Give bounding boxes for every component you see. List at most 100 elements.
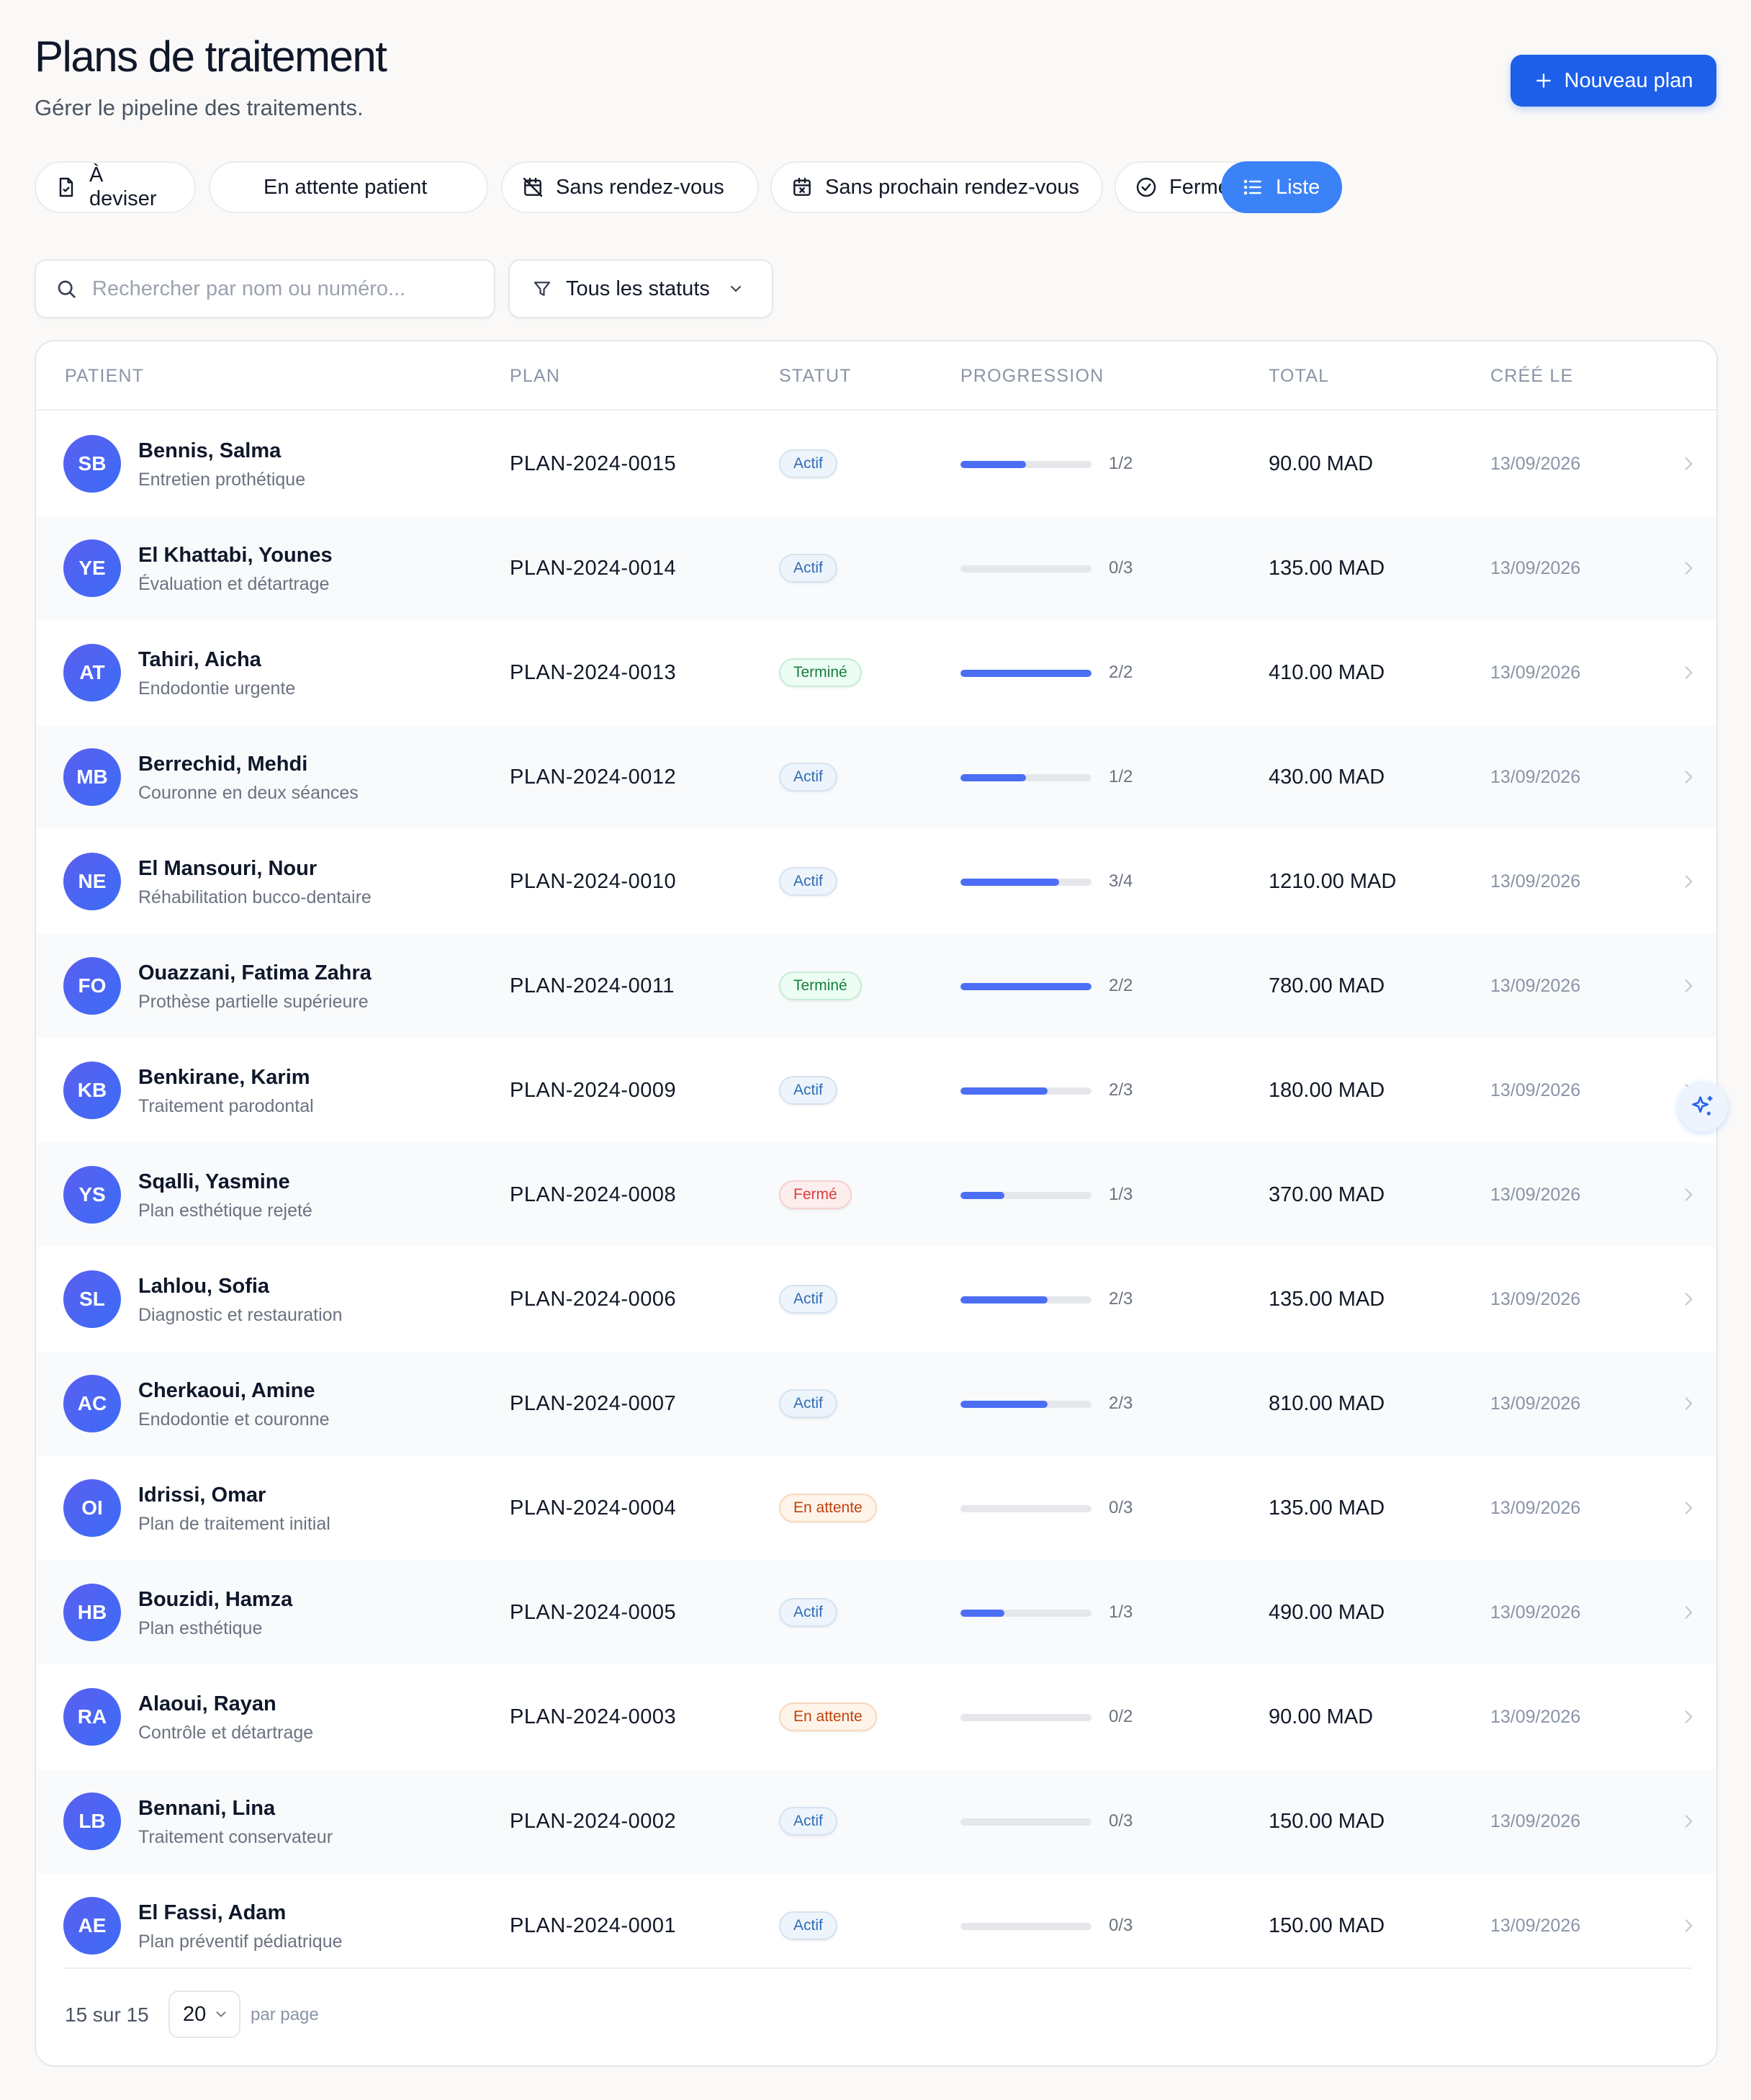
chevron-right-icon[interactable] [1679, 1811, 1698, 1831]
table-row[interactable]: LB Bennani, Lina Traitement conservateur PL… [36, 1769, 1716, 1873]
created-date: 13/09/2026 [1490, 1080, 1581, 1100]
column-header-plan[interactable]: PLAN [510, 366, 560, 387]
table-row[interactable]: FO Ouazzani, Fatima Zahra Prothèse partiel… [36, 934, 1716, 1038]
chevron-right-icon[interactable] [1679, 558, 1698, 578]
filter-chip-label: Sans rendez-vous [556, 175, 724, 199]
progress-bar-fill [960, 879, 1059, 886]
chevron-right-icon[interactable] [1679, 1498, 1698, 1518]
plan-description: Couronne en deux séances [138, 783, 359, 803]
page-title: Plans de traitement [35, 32, 387, 81]
status-badge: Actif [779, 449, 837, 478]
plan-total: 490.00 MAD [1269, 1601, 1385, 1624]
table-footer-divider [63, 1967, 1692, 1969]
table-row[interactable]: AE El Fassi, Adam Plan préventif pédiatriq… [36, 1874, 1716, 1978]
avatar: YS [63, 1166, 121, 1224]
progress-bar [960, 1192, 1091, 1199]
chevron-right-icon[interactable] [1679, 767, 1698, 787]
table-row[interactable]: AT Tahiri, Aicha Endodontie urgente PLAN-20… [36, 621, 1716, 724]
status-badge: Actif [779, 1389, 837, 1418]
patient-name: Lahlou, Sofia [138, 1275, 270, 1298]
ai-assistant-button[interactable] [1678, 1082, 1728, 1132]
patient-name: Bennis, Salma [138, 439, 282, 462]
filter-chip-sans-rendez-vous[interactable]: Sans rendez-vous [501, 161, 759, 213]
column-header-progression[interactable]: PROGRESSION [960, 366, 1104, 387]
plan-number: PLAN-2024-0004 [510, 1497, 677, 1520]
plan-number: PLAN-2024-0015 [510, 452, 677, 475]
table-row[interactable]: SB Bennis, Salma Entretien prothétique PLAN… [36, 412, 1716, 516]
status-badge: Actif [779, 1285, 837, 1314]
progress-text: 0/2 [1109, 1707, 1133, 1726]
plan-number: PLAN-2024-0005 [510, 1601, 677, 1624]
avatar: AE [63, 1897, 121, 1955]
created-date: 13/09/2026 [1490, 454, 1581, 474]
plan-total: 430.00 MAD [1269, 766, 1385, 789]
chevron-right-icon[interactable] [1679, 976, 1698, 996]
avatar: NE [63, 853, 121, 910]
table-row[interactable]: YS Sqalli, Yasmine Plan esthétique rejeté P… [36, 1143, 1716, 1247]
progress-bar [960, 983, 1091, 990]
new-plan-button[interactable]: Nouveau plan [1511, 55, 1716, 107]
chevron-right-icon[interactable] [1679, 1707, 1698, 1727]
plan-total: 135.00 MAD [1269, 1497, 1385, 1520]
progress-text: 1/2 [1109, 767, 1133, 786]
patient-name: Bennani, Lina [138, 1797, 276, 1820]
progress-bar [960, 1087, 1091, 1095]
chevron-right-icon[interactable] [1679, 1289, 1698, 1309]
table-row[interactable]: SL Lahlou, Sofia Diagnostic et restauratio… [36, 1247, 1716, 1351]
avatar: OI [63, 1479, 121, 1537]
avatar: FO [63, 957, 121, 1015]
filter-chip-a-deviser[interactable]: À deviser [35, 161, 196, 213]
avatar: SB [63, 435, 121, 493]
patient-name: Tahiri, Aicha [138, 648, 261, 671]
plan-description: Contrôle et détartrage [138, 1723, 314, 1743]
table-row[interactable]: KB Benkirane, Karim Traitement parodontal P… [36, 1038, 1716, 1142]
progress-bar-fill [960, 670, 1091, 677]
filter-chip-liste[interactable]: Liste [1221, 161, 1342, 213]
search-input[interactable] [92, 277, 467, 301]
table-row[interactable]: OI Idrissi, Omar Plan de traitement initia… [36, 1456, 1716, 1560]
progress-bar [960, 1610, 1091, 1617]
per-page-label: par page [251, 2005, 319, 2024]
status-filter-dropdown[interactable]: Tous les statuts [508, 259, 773, 318]
table-row[interactable]: NE El Mansouri, Nour Réhabilitation bucco-… [36, 830, 1716, 933]
status-badge: Actif [779, 1598, 837, 1627]
filter-chip-label: En attente patient [264, 175, 428, 199]
progress-text: 1/3 [1109, 1185, 1133, 1204]
table-row[interactable]: AC Cherkaoui, Amine Endodontie et couronne… [36, 1352, 1716, 1455]
plan-description: Plan préventif pédiatrique [138, 1931, 343, 1952]
column-header-statut[interactable]: STATUT [779, 366, 852, 387]
chevron-right-icon[interactable] [1679, 1916, 1698, 1936]
progress-bar [960, 565, 1091, 573]
chevron-down-icon [216, 2011, 226, 2017]
chevron-right-icon[interactable] [1679, 1602, 1698, 1623]
plan-total: 150.00 MAD [1269, 1914, 1385, 1937]
plan-number: PLAN-2024-0008 [510, 1183, 677, 1206]
list-icon [1243, 179, 1261, 195]
chevron-right-icon[interactable] [1679, 1185, 1698, 1205]
table-row[interactable]: MB Berrechid, Mehdi Couronne en deux séanc… [36, 725, 1716, 829]
progress-bar-fill [960, 461, 1026, 468]
patient-name: Bouzidi, Hamza [138, 1588, 293, 1611]
status-badge: Actif [779, 1807, 837, 1836]
table-row[interactable]: RA Alaoui, Rayan Contrôle et détartrage PLA… [36, 1665, 1716, 1769]
plan-total: 180.00 MAD [1269, 1079, 1385, 1102]
chevron-down-icon [730, 286, 741, 292]
plan-description: Traitement parodontal [138, 1096, 314, 1116]
status-badge: Actif [779, 867, 837, 896]
filter-chip-en-attente-patient[interactable]: En attente patient [209, 161, 488, 213]
column-header-cree-le[interactable]: CRÉÉ LE [1490, 366, 1573, 387]
column-header-total[interactable]: TOTAL [1269, 366, 1329, 387]
chevron-right-icon[interactable] [1679, 454, 1698, 474]
chevron-right-icon[interactable] [1679, 663, 1698, 683]
filter-chip-sans-prochain-rendez-vous[interactable]: Sans prochain rendez-vous [770, 161, 1103, 213]
calendar-x-icon [793, 177, 811, 196]
progress-text: 0/3 [1109, 1498, 1133, 1517]
table-row[interactable]: YE El Khattabi, Younes Évaluation et détar… [36, 516, 1716, 620]
plus-icon [1536, 73, 1551, 88]
column-header-patient[interactable]: PATIENT [65, 366, 144, 387]
per-page-select[interactable]: 20 [168, 1991, 240, 2038]
progress-bar [960, 670, 1091, 677]
table-row[interactable]: HB Bouzidi, Hamza Plan esthétique PLAN-2024… [36, 1561, 1716, 1664]
chevron-right-icon[interactable] [1679, 871, 1698, 892]
chevron-right-icon[interactable] [1679, 1394, 1698, 1414]
